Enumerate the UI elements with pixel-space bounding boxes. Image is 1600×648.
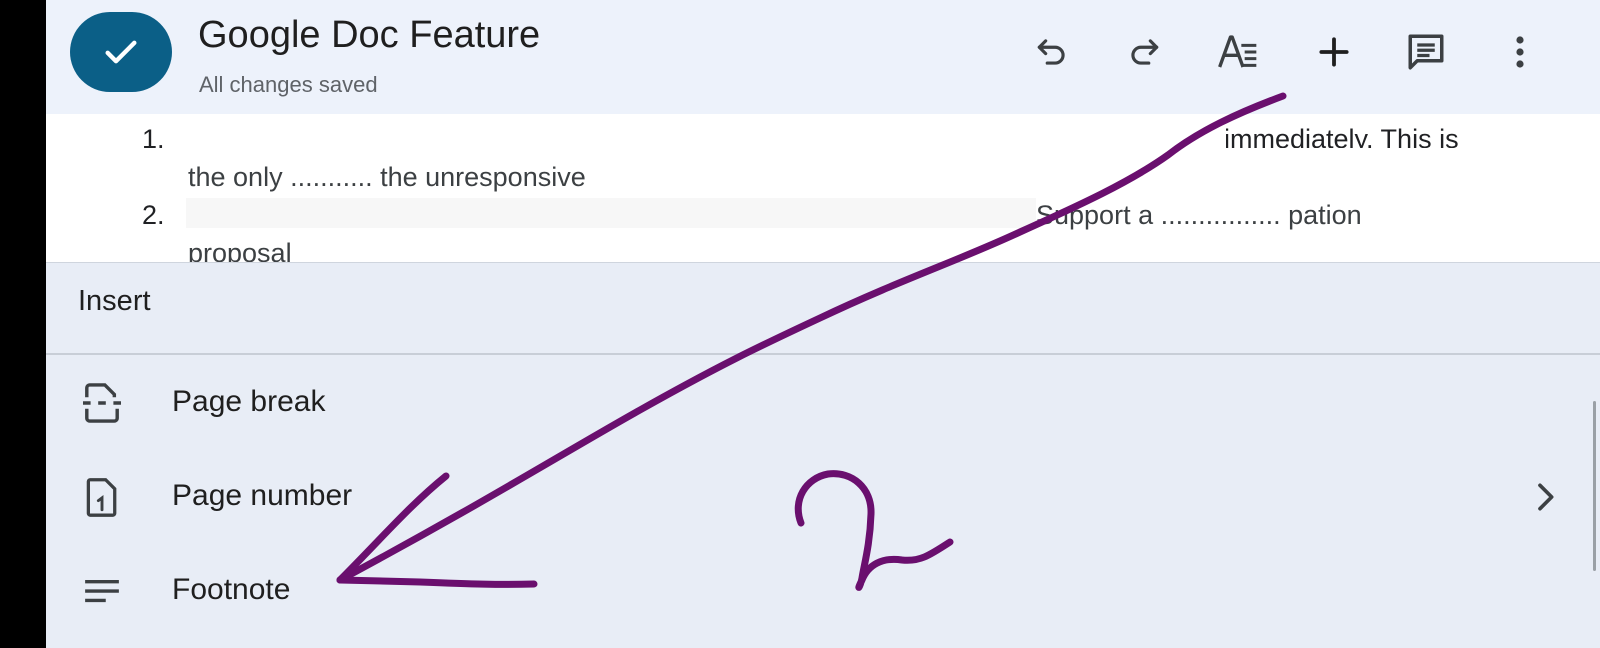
redaction-mark [706, 148, 1586, 180]
menu-item-label: Footnote [172, 573, 291, 606]
menu-item-label: Page number [172, 479, 353, 512]
redo-icon [1131, 39, 1159, 65]
comments-button[interactable] [1400, 26, 1452, 78]
menu-item-label: Page break [172, 385, 326, 418]
more-options-button[interactable] [1494, 26, 1546, 78]
page-number-icon [86, 478, 117, 517]
text-format-button[interactable] [1212, 26, 1264, 78]
redaction-mark [466, 242, 1556, 262]
divider [46, 353, 1600, 355]
redaction-mark [186, 118, 1226, 148]
page-break-icon [83, 383, 121, 423]
scrollbar[interactable] [1593, 401, 1596, 571]
redaction-mark [186, 198, 1036, 228]
menu-item-footnote[interactable]: Footnote [46, 547, 1600, 635]
done-button[interactable] [70, 12, 172, 92]
more-vert-icon [1516, 36, 1524, 68]
chevron-right-icon [1538, 483, 1554, 511]
redo-button[interactable] [1118, 26, 1170, 78]
undo-button[interactable] [1026, 26, 1078, 78]
top-app-bar: Google Doc Feature All changes saved [46, 0, 1600, 114]
plus-icon [1319, 37, 1349, 67]
list-item-text: Support a ................ pation [1036, 200, 1362, 230]
menu-item-page-number[interactable]: Page number [46, 453, 1600, 541]
docs-app: Google Doc Feature All changes saved 1. … [46, 0, 1600, 648]
comment-icon [1408, 34, 1444, 70]
text-format-icon [1218, 35, 1257, 68]
footnote-icon [85, 579, 119, 603]
checkmark-icon [105, 40, 137, 64]
document-body[interactable]: 1. immediately. This is the only .......… [46, 114, 1600, 262]
menu-item-page-break[interactable]: Page break [46, 359, 1600, 447]
save-status: All changes saved [199, 72, 378, 97]
document-title[interactable]: Google Doc Feature [198, 14, 540, 57]
list-item-text: proposal [188, 238, 292, 262]
list-number: 1. [142, 124, 165, 154]
list-number: 2. [142, 200, 165, 230]
list-item-text: the only ........... the unresponsive [188, 162, 586, 192]
insert-button[interactable] [1308, 26, 1360, 78]
undo-icon [1037, 39, 1065, 65]
insert-sheet: Insert Page break Page number Footnote [46, 262, 1600, 648]
sheet-title: Insert [78, 285, 151, 317]
